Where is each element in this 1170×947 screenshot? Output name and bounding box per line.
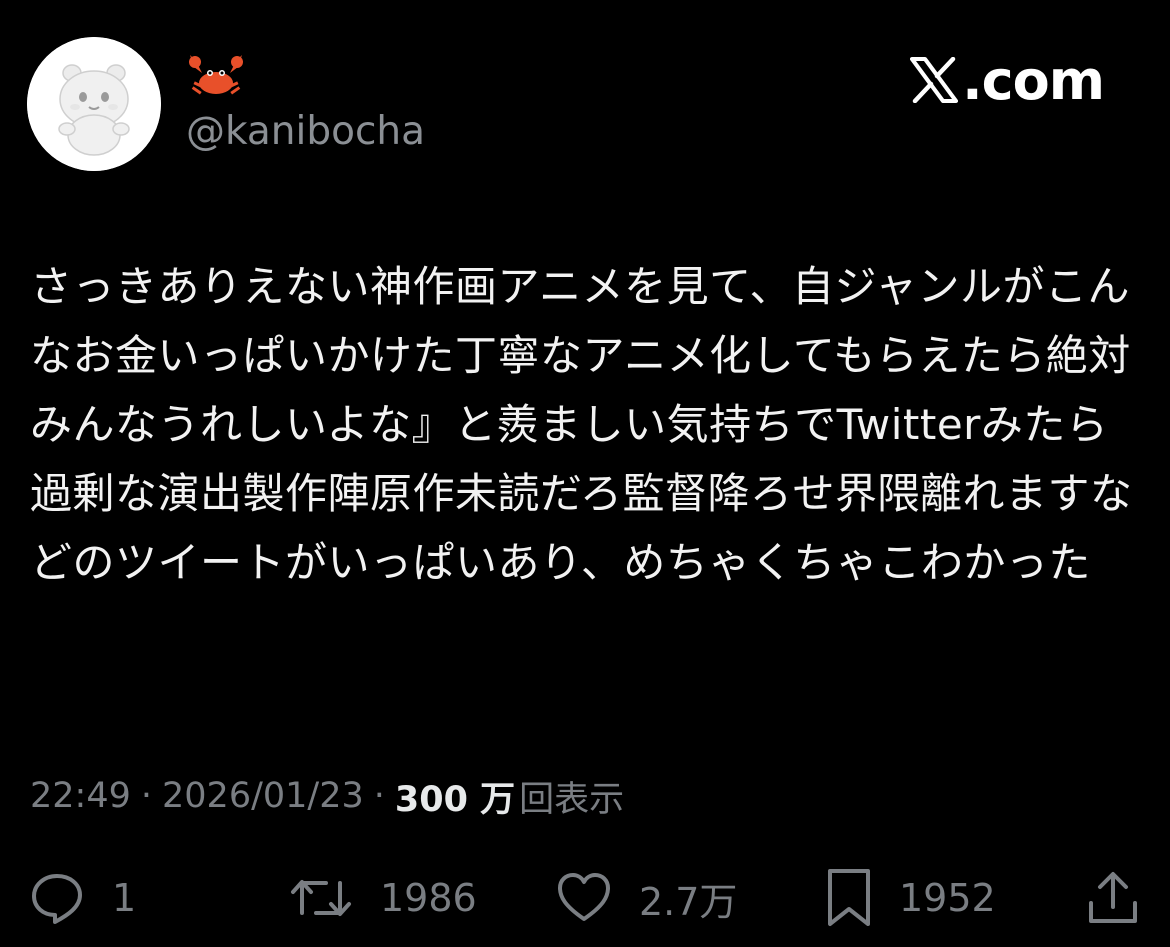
avatar[interactable] bbox=[27, 37, 161, 171]
retweet-count: 1986 bbox=[380, 876, 477, 920]
retweet-button[interactable]: 1986 bbox=[288, 862, 477, 934]
like-button[interactable]: 2.7万 bbox=[555, 862, 737, 934]
tweet-meta: 22:49 · 2026/01/23 · 300 万 回表示 bbox=[30, 772, 624, 820]
retweet-icon bbox=[291, 880, 351, 916]
crab-emoji-icon bbox=[186, 53, 246, 103]
share-icon bbox=[1089, 872, 1137, 923]
share-button[interactable] bbox=[1086, 862, 1140, 934]
views-label: 回表示 bbox=[519, 779, 625, 820]
bookmark-count: 1952 bbox=[899, 876, 996, 920]
tweet-text: さっきありえない神作画アニメを見て、自ジャンルがこんなお金いっぱいかけた丁寧なア… bbox=[30, 262, 1133, 587]
avatar-hamster-image bbox=[27, 37, 161, 171]
meta-separator: · bbox=[140, 776, 153, 816]
reply-icon bbox=[32, 874, 82, 924]
tweet-actions: 1 1986 2.7万 1952 bbox=[0, 862, 1170, 934]
like-count: 2.7万 bbox=[639, 879, 738, 924]
views-count: 300 万 bbox=[394, 779, 516, 820]
reply-count: 1 bbox=[112, 876, 137, 920]
heart-icon bbox=[558, 873, 610, 921]
reply-button[interactable]: 1 bbox=[28, 862, 136, 934]
tweet-time[interactable]: 22:49 bbox=[30, 776, 131, 816]
site-logo-text: .com bbox=[962, 48, 1105, 112]
meta-separator: · bbox=[373, 776, 385, 816]
site-logo: .com bbox=[910, 48, 1105, 112]
user-handle[interactable]: @kanibocha bbox=[186, 108, 425, 156]
bookmark-button[interactable]: 1952 bbox=[825, 862, 996, 934]
tweet-date[interactable]: 2026/01/23 bbox=[162, 776, 364, 816]
bookmark-icon bbox=[828, 869, 870, 926]
x-logo-icon bbox=[910, 57, 959, 103]
